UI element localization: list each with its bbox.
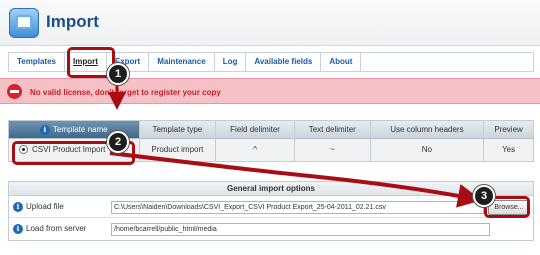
callout-badge-1: 1 xyxy=(107,63,129,85)
callout-badge-3: 3 xyxy=(473,185,495,207)
annotation-arrows xyxy=(108,80,482,208)
callout-badge-2: 2 xyxy=(107,131,129,153)
arrow-2 xyxy=(109,151,482,208)
